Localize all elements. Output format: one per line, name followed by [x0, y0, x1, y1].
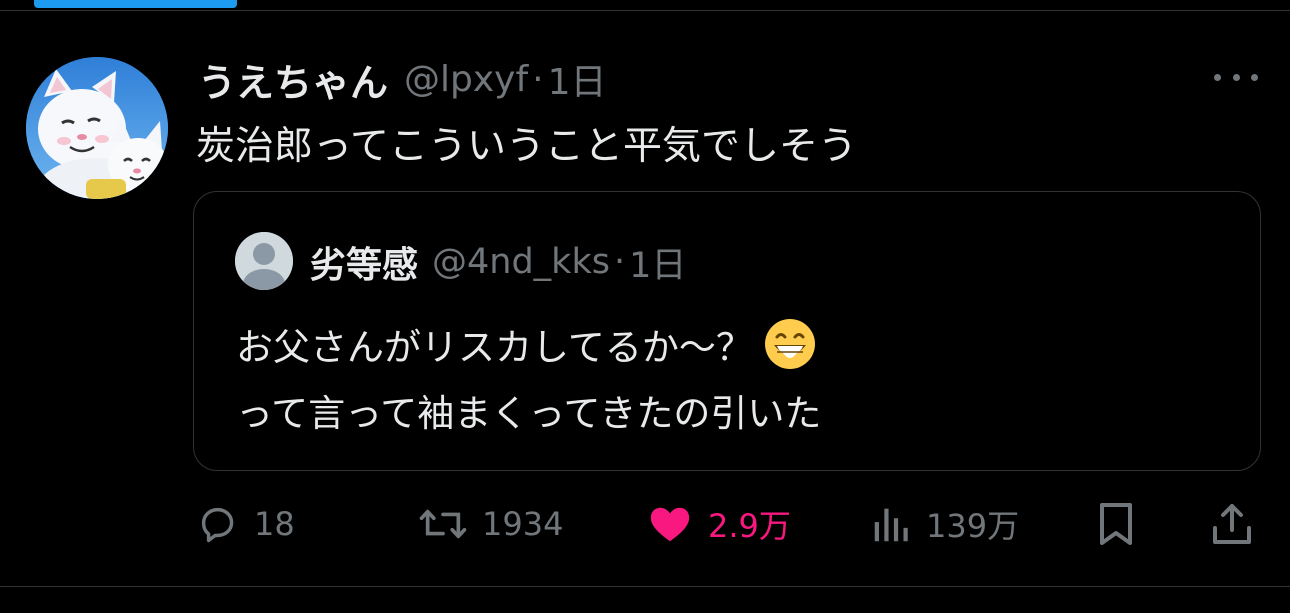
- action-bar: 18 1934 2.9万 139万: [0, 494, 1290, 554]
- like-button[interactable]: 2.9万: [646, 494, 791, 554]
- retweet-button[interactable]: 1934: [418, 494, 563, 554]
- more-dot: [1232, 73, 1240, 81]
- user-handle[interactable]: @lpxyf: [404, 59, 528, 100]
- bookmark-icon: [1100, 503, 1132, 545]
- separator-dot: ·: [532, 58, 544, 100]
- tab-indicator: [34, 0, 237, 8]
- bookmark-button[interactable]: [1096, 494, 1136, 554]
- reply-count: 18: [254, 505, 295, 543]
- share-icon: [1213, 504, 1251, 544]
- quote-user-handle: @4nd_kks: [432, 242, 610, 282]
- more-dot: [1251, 73, 1258, 81]
- share-button[interactable]: [1210, 494, 1254, 554]
- divider: [0, 586, 1290, 587]
- quote-timestamp: 1日: [629, 245, 687, 286]
- quote-avatar-default-icon[interactable]: [235, 232, 293, 290]
- avatar[interactable]: [26, 57, 168, 199]
- tweet-header: うえちゃん @lpxyf · 1日: [198, 51, 607, 107]
- quote-text-2: って言って袖まくってきたの引いた: [236, 392, 822, 435]
- like-count: 2.9万: [708, 507, 791, 545]
- views-bar-chart-icon: [874, 508, 908, 542]
- quote-display-name: 劣等感: [310, 245, 419, 286]
- display-name[interactable]: うえちゃん: [198, 52, 388, 107]
- tweet-text: 炭治郎ってこういうこと平気でしそう: [196, 124, 858, 169]
- retweet-icon: [419, 509, 467, 539]
- heart-icon: [650, 507, 690, 542]
- quote-text-1: お父さんがリスカしてるか〜？: [236, 326, 753, 369]
- quote-text-line: って言って袖まくってきたの引いた: [236, 382, 821, 438]
- more-dot: [1214, 73, 1221, 81]
- quoted-tweet[interactable]: 劣等感 @4nd_kks · 1日 お父さんがリスカしてるか〜？ って言って袖ま…: [193, 191, 1261, 471]
- quote-header: 劣等感 @4nd_kks · 1日: [310, 236, 686, 288]
- retweet-count: 1934: [482, 505, 564, 543]
- separator-dot: ·: [613, 242, 626, 282]
- tweet[interactable]: うえちゃん @lpxyf · 1日 炭治郎ってこういうこと平気でしそう 劣等感 …: [0, 11, 1290, 586]
- grinning-face-emoji-icon: [763, 317, 817, 371]
- views-count: 139万: [926, 507, 1020, 545]
- timestamp[interactable]: 1日: [548, 53, 607, 105]
- reply-icon: [201, 507, 234, 543]
- more-options-button[interactable]: [1214, 67, 1258, 87]
- quote-text-line: お父さんがリスカしてるか〜？: [236, 316, 817, 372]
- reply-button[interactable]: 18: [194, 494, 295, 554]
- views-button[interactable]: 139万: [872, 494, 1019, 554]
